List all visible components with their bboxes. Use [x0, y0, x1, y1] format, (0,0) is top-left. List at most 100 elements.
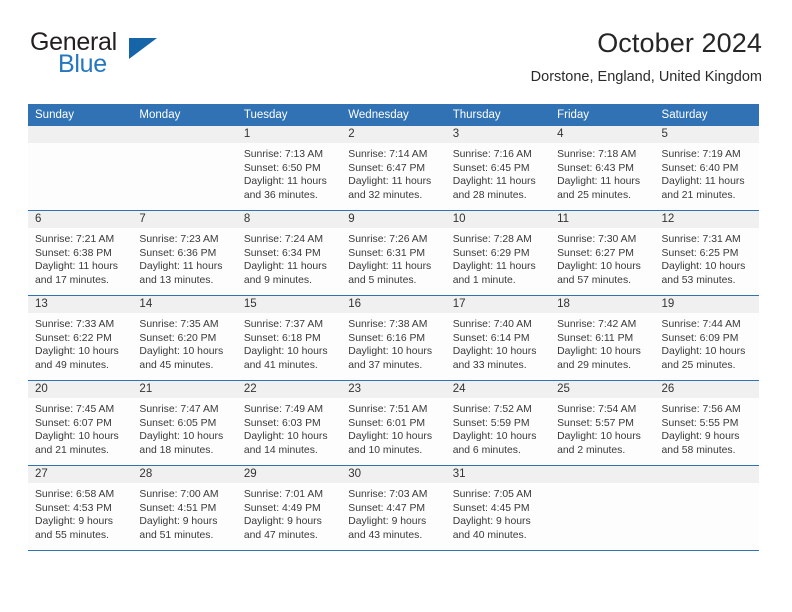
day-details: Sunrise: 7:54 AM Sunset: 5:57 PM Daylight:…: [550, 398, 654, 457]
day-detail-line: and 21 minutes.: [35, 444, 109, 456]
calendar-day-cell[interactable]: 25 Sunrise: 7:54 AM Sunset: 5:57 PM Dayligh…: [550, 380, 655, 466]
day-detail-line: Sunrise: 7:37 AM: [243, 319, 323, 330]
weekday-header-tuesday: Tuesday: [236, 104, 342, 126]
calendar-day-cell[interactable]: 4 Sunrise: 7:18 AM Sunset: 6:43 PM Daylight…: [550, 125, 655, 211]
day-detail-line: Daylight: 10 hours: [557, 261, 641, 273]
day-detail-line: and 43 minutes.: [348, 529, 423, 541]
day-details: Sunrise: 7:01 AM Sunset: 4:49 PM Daylight:…: [237, 483, 341, 542]
calendar-day-cell[interactable]: 30 Sunrise: 7:03 AM Sunset: 4:47 PM Dayligh…: [341, 465, 446, 550]
day-detail-line: and 40 minutes.: [452, 529, 527, 541]
day-detail-line: Sunset: 6:22 PM: [35, 332, 112, 344]
calendar-day-cell[interactable]: 27 Sunrise: 6:58 AM Sunset: 4:53 PM Dayligh…: [28, 465, 133, 550]
calendar-day-cell[interactable]: 29 Sunrise: 7:01 AM Sunset: 4:49 PM Dayligh…: [236, 465, 342, 550]
day-detail-line: Sunrise: 7:19 AM: [661, 149, 741, 160]
calendar-day-cell[interactable]: 6 Sunrise: 7:21 AM Sunset: 6:38 PM Daylight…: [28, 210, 133, 296]
day-detail-line: Daylight: 9 hours: [35, 516, 113, 528]
day-detail-line: Sunrise: 7:54 AM: [557, 404, 637, 415]
day-number: 25: [550, 381, 655, 398]
title-block: October 2024 Dorstone, England, United K…: [531, 26, 762, 87]
day-detail-line: Sunset: 5:59 PM: [452, 417, 530, 429]
calendar-day-cell[interactable]: 22 Sunrise: 7:49 AM Sunset: 6:03 PM Dayligh…: [236, 380, 342, 466]
calendar-day-cell[interactable]: 9 Sunrise: 7:26 AM Sunset: 6:31 PM Daylight…: [341, 210, 446, 296]
day-details: Sunrise: 7:00 AM Sunset: 4:51 PM Daylight:…: [132, 483, 236, 542]
day-details: [655, 483, 759, 488]
day-details: [132, 143, 236, 148]
calendar-day-cell[interactable]: 3 Sunrise: 7:16 AM Sunset: 6:45 PM Daylight…: [445, 125, 551, 211]
calendar-day-cell[interactable]: 24 Sunrise: 7:52 AM Sunset: 5:59 PM Dayligh…: [445, 380, 551, 466]
calendar-day-cell[interactable]: 2 Sunrise: 7:14 AM Sunset: 6:47 PM Daylight…: [341, 125, 446, 211]
day-number: 24: [445, 381, 551, 398]
calendar-day-cell[interactable]: 17 Sunrise: 7:40 AM Sunset: 6:14 PM Dayligh…: [445, 295, 551, 381]
day-detail-line: Daylight: 10 hours: [35, 431, 119, 443]
calendar-day-cell[interactable]: 21 Sunrise: 7:47 AM Sunset: 6:05 PM Dayligh…: [132, 380, 237, 466]
calendar-day-cell[interactable]: 11 Sunrise: 7:30 AM Sunset: 6:27 PM Dayligh…: [550, 210, 655, 296]
calendar-page: General Blue October 2024 Dorstone, Engl…: [0, 0, 792, 612]
calendar-day-cell[interactable]: 8 Sunrise: 7:24 AM Sunset: 6:34 PM Daylight…: [236, 210, 342, 296]
calendar-body: 1 Sunrise: 7:13 AM Sunset: 6:50 PM Daylight…: [28, 125, 759, 550]
page-subtitle: Dorstone, England, United Kingdom: [530, 69, 762, 85]
day-detail-line: and 6 minutes.: [452, 444, 521, 456]
general-blue-logo[interactable]: General Blue: [28, 26, 248, 90]
day-detail-line: Sunset: 6:40 PM: [661, 162, 739, 174]
day-detail-line: Sunset: 6:29 PM: [452, 247, 530, 259]
day-details: Sunrise: 7:26 AM Sunset: 6:31 PM Daylight:…: [341, 228, 445, 287]
day-detail-line: Sunrise: 7:05 AM: [452, 489, 532, 500]
day-detail-line: Sunrise: 7:00 AM: [139, 489, 219, 500]
day-number: 13: [28, 296, 133, 313]
weekday-header-wednesday: Wednesday: [341, 104, 446, 126]
day-detail-line: Sunset: 6:05 PM: [139, 417, 217, 429]
calendar-day-cell[interactable]: 12 Sunrise: 7:31 AM Sunset: 6:25 PM Dayligh…: [654, 210, 759, 296]
day-number: 26: [654, 381, 759, 398]
day-detail-line: Daylight: 11 hours: [348, 261, 432, 273]
day-detail-line: Daylight: 10 hours: [35, 346, 119, 358]
weekday-header-saturday: Saturday: [654, 104, 759, 126]
day-detail-line: Sunset: 6:43 PM: [557, 162, 634, 174]
calendar-day-cell[interactable]: 5 Sunrise: 7:19 AM Sunset: 6:40 PM Daylight…: [654, 125, 759, 211]
day-details: Sunrise: 6:58 AM Sunset: 4:53 PM Daylight:…: [28, 483, 132, 542]
weekday-header-monday: Monday: [132, 104, 237, 126]
calendar-week-row: 13 Sunrise: 7:33 AM Sunset: 6:22 PM Dayligh…: [28, 295, 759, 381]
day-detail-line: Daylight: 11 hours: [139, 261, 223, 273]
calendar-day-cell[interactable]: 19 Sunrise: 7:44 AM Sunset: 6:09 PM Dayligh…: [654, 295, 759, 381]
calendar-day-cell[interactable]: 31 Sunrise: 7:05 AM Sunset: 4:45 PM Dayligh…: [445, 465, 551, 550]
day-detail-line: Sunset: 6:01 PM: [348, 417, 426, 429]
calendar-day-cell[interactable]: 15 Sunrise: 7:37 AM Sunset: 6:18 PM Dayligh…: [236, 295, 342, 381]
day-detail-line: Sunset: 5:57 PM: [557, 417, 634, 429]
day-detail-line: Sunset: 4:47 PM: [348, 502, 426, 514]
calendar-day-cell[interactable]: 28 Sunrise: 7:00 AM Sunset: 4:51 PM Dayligh…: [132, 465, 237, 550]
calendar-empty-cell: [28, 125, 133, 211]
day-detail-line: and 28 minutes.: [452, 189, 527, 201]
day-detail-line: and 36 minutes.: [243, 189, 318, 201]
day-detail-line: and 18 minutes.: [139, 444, 214, 456]
calendar-day-cell[interactable]: 13 Sunrise: 7:33 AM Sunset: 6:22 PM Dayligh…: [28, 295, 133, 381]
day-details: Sunrise: 7:38 AM Sunset: 6:16 PM Daylight:…: [341, 313, 445, 372]
calendar-day-cell[interactable]: 20 Sunrise: 7:45 AM Sunset: 6:07 PM Dayligh…: [28, 380, 133, 466]
calendar-day-cell[interactable]: 16 Sunrise: 7:38 AM Sunset: 6:16 PM Dayligh…: [341, 295, 446, 381]
day-detail-line: Sunset: 4:53 PM: [35, 502, 112, 514]
day-detail-line: Sunset: 6:34 PM: [243, 247, 321, 259]
day-detail-line: Sunrise: 7:35 AM: [139, 319, 219, 330]
calendar-day-cell[interactable]: 1 Sunrise: 7:13 AM Sunset: 6:50 PM Daylight…: [236, 125, 342, 211]
day-detail-line: Sunset: 6:27 PM: [557, 247, 634, 259]
calendar-day-cell[interactable]: 23 Sunrise: 7:51 AM Sunset: 6:01 PM Dayligh…: [341, 380, 446, 466]
day-detail-line: Daylight: 10 hours: [661, 261, 746, 273]
day-detail-line: and 25 minutes.: [661, 359, 736, 371]
day-details: Sunrise: 7:16 AM Sunset: 6:45 PM Daylight:…: [446, 143, 550, 202]
day-detail-line: Daylight: 10 hours: [139, 431, 224, 443]
day-number: 7: [132, 211, 237, 228]
day-details: Sunrise: 7:44 AM Sunset: 6:09 PM Daylight:…: [655, 313, 759, 372]
day-detail-line: and 9 minutes.: [243, 274, 313, 286]
calendar-day-cell[interactable]: 14 Sunrise: 7:35 AM Sunset: 6:20 PM Dayligh…: [132, 295, 237, 381]
calendar-day-cell[interactable]: 18 Sunrise: 7:42 AM Sunset: 6:11 PM Dayligh…: [550, 295, 655, 381]
day-detail-line: Sunset: 6:18 PM: [243, 332, 321, 344]
calendar-day-cell[interactable]: 26 Sunrise: 7:56 AM Sunset: 5:55 PM Dayligh…: [654, 380, 759, 466]
day-detail-line: Sunset: 6:25 PM: [661, 247, 739, 259]
day-detail-line: Sunset: 6:16 PM: [348, 332, 426, 344]
day-detail-line: Sunset: 4:45 PM: [452, 502, 530, 514]
day-detail-line: Sunset: 6:31 PM: [348, 247, 426, 259]
day-detail-line: Sunset: 5:55 PM: [661, 417, 739, 429]
day-detail-line: Sunrise: 7:16 AM: [452, 149, 532, 160]
day-number: 14: [132, 296, 237, 313]
calendar-day-cell[interactable]: 7 Sunrise: 7:23 AM Sunset: 6:36 PM Daylight…: [132, 210, 237, 296]
calendar-day-cell[interactable]: 10 Sunrise: 7:28 AM Sunset: 6:29 PM Dayligh…: [445, 210, 551, 296]
